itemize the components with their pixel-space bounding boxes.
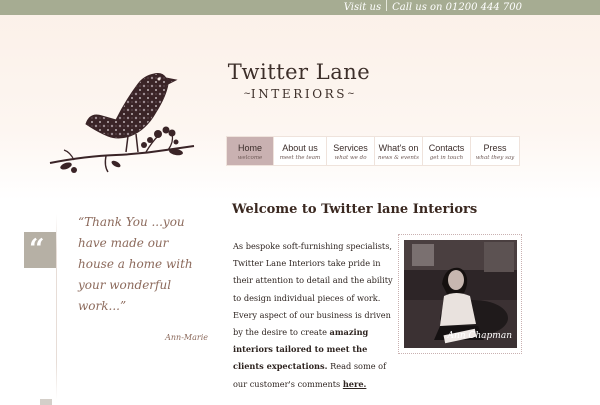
comments-link[interactable]: here. (343, 379, 367, 389)
bird-on-branch-illustration (49, 73, 195, 173)
site-logo[interactable]: Twitter Lane ~INTERIORS~ (222, 60, 376, 101)
nav-whats-on[interactable]: What's on news & events (374, 136, 423, 166)
logo-subtitle: ~INTERIORS~ (243, 87, 355, 101)
nav-whats-on-sub: news & events (378, 155, 419, 161)
nav-home-label: Home (237, 143, 262, 153)
sidebar-divider (56, 214, 57, 400)
quote-mark-icon: “ (29, 234, 45, 265)
intro-paragraph: As bespoke soft-furnishing specialists, … (233, 238, 393, 393)
top-bar: Visit us Call us on 01200 444 700 (0, 0, 600, 15)
nav-about-label: About us (282, 143, 318, 153)
logo-title: Twitter Lane (227, 60, 371, 84)
page-title: Welcome to Twitter lane Interiors (232, 202, 478, 217)
nav-services[interactable]: Services what we do (326, 136, 375, 166)
nav-contacts[interactable]: Contacts get in touch (422, 136, 471, 166)
nav-about-sub: meet the team (279, 155, 321, 161)
photo-signature: Ann Chapman (447, 331, 512, 341)
owner-photo: Ann Chapman (404, 240, 517, 348)
owner-photo-frame: Ann Chapman (398, 234, 522, 354)
nav-press[interactable]: Press what they say (470, 136, 520, 166)
nav-about-us[interactable]: About us meet the team (273, 136, 327, 166)
nav-home-sub: welcome (237, 155, 263, 161)
nav-contacts-sub: get in touch (429, 155, 464, 161)
call-us-text: Call us on 01200 444 700 (392, 2, 522, 13)
testimonial-attribution: Ann-Marie (165, 333, 208, 342)
nav-whats-on-label: What's on (378, 143, 419, 153)
testimonial-text: “Thank You ...you have made our house a … (78, 215, 193, 313)
intro-text: As bespoke soft-furnishing specialists, … (233, 241, 393, 338)
nav-services-sub: what we do (334, 155, 367, 161)
nav-home[interactable]: Home welcome (226, 136, 274, 166)
nav-contacts-label: Contacts (428, 143, 465, 153)
nav-press-label: Press (483, 143, 507, 153)
nav-services-label: Services (333, 143, 368, 153)
nav-press-sub: what they say (475, 155, 515, 161)
topbar-divider (386, 0, 388, 11)
testimonial: “Thank You ...you have made our house a … (78, 212, 208, 348)
visit-us-link[interactable]: Visit us (344, 2, 381, 13)
main-navigation: Home welcome About us meet the team Serv… (226, 136, 520, 166)
footer-tab (40, 399, 52, 405)
